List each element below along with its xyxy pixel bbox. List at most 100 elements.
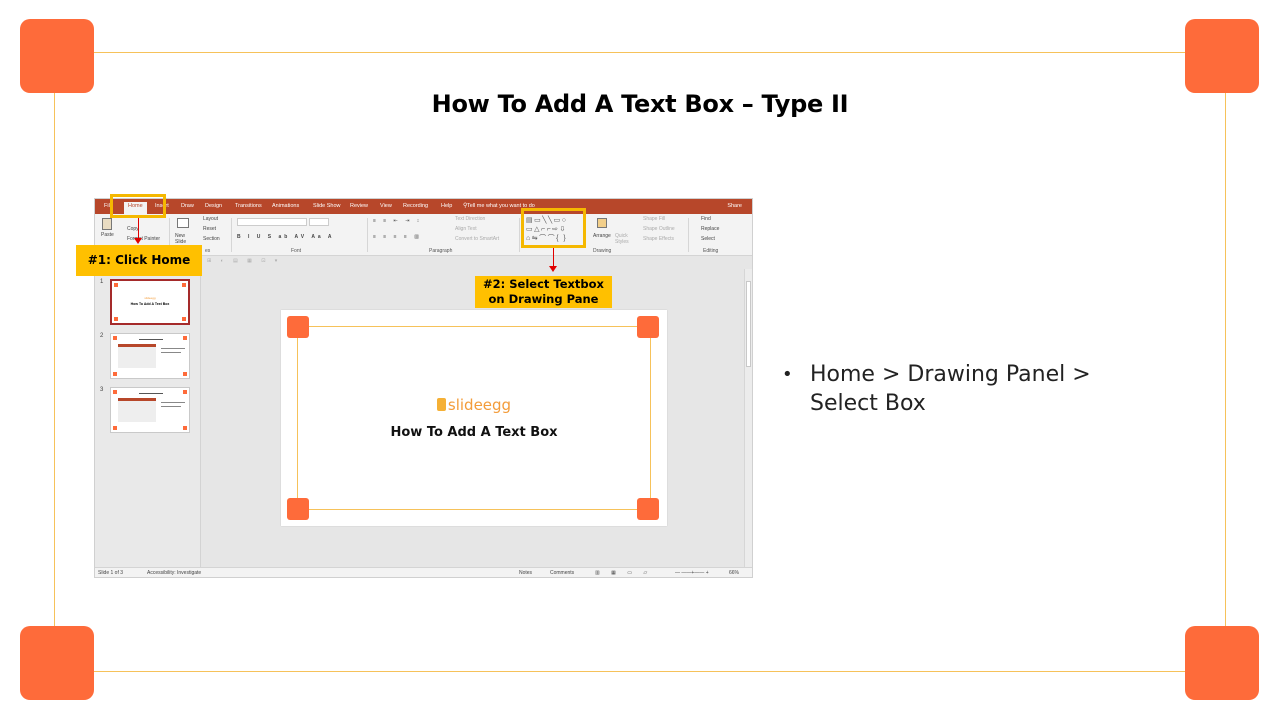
drawing-shapes-highlight — [521, 208, 586, 248]
thumb-text-line — [161, 406, 181, 407]
slide-thumbnail-1[interactable]: slideegg How To Add A Text Box — [110, 279, 190, 325]
thumb-title: How To Add A Text Box — [130, 302, 170, 306]
tab-view[interactable]: View — [380, 203, 392, 209]
comments-button[interactable]: Comments — [550, 570, 574, 576]
thumbnail-number: 1 — [100, 279, 104, 285]
slide-title: How To Add A Text Box – Type II — [431, 90, 849, 118]
frame-top-line — [94, 52, 1186, 53]
thumb-corner — [113, 426, 117, 430]
share-button[interactable]: Share — [727, 203, 742, 209]
shape-outline-button[interactable]: Shape Outline — [643, 226, 675, 232]
thumb-corner — [113, 336, 117, 340]
corner-bottom-right — [1185, 626, 1259, 700]
canvas-frame-top — [297, 326, 651, 327]
align-text-button[interactable]: Align Text — [455, 226, 477, 232]
tab-review[interactable]: Review — [350, 203, 368, 209]
paste-icon[interactable] — [102, 218, 112, 230]
scrollbar-thumb[interactable] — [746, 281, 751, 367]
callout-arrow-2-head — [549, 266, 557, 272]
thumb-corner — [183, 372, 187, 376]
quick-styles-button[interactable]: Quick Styles — [615, 233, 633, 245]
thumb-logo: slideegg — [144, 296, 156, 300]
tab-recording[interactable]: Recording — [403, 203, 428, 209]
bullet-text: Home > Drawing Panel > Select Box — [810, 362, 1091, 416]
tab-animations[interactable]: Animations — [272, 203, 299, 209]
copy-button[interactable]: Copy — [127, 226, 139, 232]
convert-smartart-button[interactable]: Convert to SmartArt — [455, 236, 499, 242]
drawing-group-label: Drawing — [593, 248, 612, 254]
shape-effects-button[interactable]: Shape Effects — [643, 236, 674, 242]
thumb-title-line — [139, 339, 163, 340]
select-button[interactable]: Select — [701, 236, 715, 242]
slide-counter: Slide 1 of 3 — [98, 570, 124, 576]
new-slide-icon[interactable] — [177, 218, 189, 228]
bullets-buttons[interactable]: ≡ ≡ ⇤ ⇥ ↕ — [373, 218, 422, 224]
canvas-slide-title: How To Add A Text Box — [390, 425, 558, 440]
thumbnail-number: 3 — [100, 387, 104, 393]
thumb-corner — [183, 426, 187, 430]
font-format-buttons[interactable]: B I U S ab AV Aa A — [237, 234, 335, 240]
thumb-corner — [182, 317, 186, 321]
replace-button[interactable]: Replace — [701, 226, 719, 232]
quick-access-icons[interactable]: ⊞ ◐ ▤ ▦ ⊡ ▾ — [207, 258, 281, 264]
status-bar: Slide 1 of 3 Accessibility: Investigate … — [95, 567, 752, 577]
egg-logo-icon — [436, 398, 446, 411]
arrange-icon[interactable] — [597, 218, 607, 228]
shape-fill-button[interactable]: Shape Fill — [643, 216, 665, 222]
slide-thumbnail-pane: 1 slideegg How To Add A Text Box 2 3 — [95, 269, 201, 567]
canvas-corner — [637, 316, 659, 338]
canvas-corner — [637, 498, 659, 520]
corner-top-left — [20, 19, 94, 93]
tab-help[interactable]: Help — [441, 203, 452, 209]
thumb-corner — [183, 336, 187, 340]
reset-button[interactable]: Reset — [203, 226, 216, 232]
canvas-corner — [287, 498, 309, 520]
paragraph-group-label: Paragraph — [429, 248, 453, 254]
thumb-text-line — [161, 352, 181, 353]
notes-button[interactable]: Notes — [519, 570, 532, 576]
editing-group-label: Editing — [703, 248, 719, 254]
zoom-level[interactable]: 66% — [729, 570, 739, 576]
find-button[interactable]: Find — [701, 216, 711, 222]
canvas-frame-right — [650, 326, 651, 510]
tab-slide-show[interactable]: Slide Show — [313, 203, 341, 209]
vertical-scrollbar[interactable] — [744, 269, 752, 567]
thumb-text-line — [161, 348, 185, 349]
new-slide-button[interactable]: New Slide — [175, 233, 191, 245]
callout-select-textbox: #2: Select Textbox on Drawing Pane — [475, 276, 612, 308]
ribbon-tab-bar: File Home Insert Draw Design Transitions… — [95, 199, 752, 214]
ribbon-separator — [231, 218, 232, 252]
paste-button[interactable]: Paste — [101, 232, 114, 238]
view-buttons[interactable]: ▥ ▦ ▭ ▱ — [595, 570, 652, 576]
callout-click-home: #1: Click Home — [76, 245, 202, 276]
thumb-corner — [113, 390, 117, 394]
tab-draw[interactable]: Draw — [181, 203, 194, 209]
thumb-corner — [114, 283, 118, 287]
format-painter-button[interactable]: Format Painter — [127, 236, 160, 242]
slide-canvas[interactable]: slideegg How To Add A Text Box — [281, 310, 667, 526]
font-name-box[interactable] — [237, 218, 307, 226]
ribbon-separator — [367, 218, 368, 252]
text-direction-button[interactable]: Text Direction — [455, 216, 485, 222]
bullet-item: • Home > Drawing Panel > Select Box — [780, 360, 1160, 418]
accessibility-status[interactable]: Accessibility: Investigate — [147, 570, 201, 576]
thumbnail-number: 2 — [100, 333, 104, 339]
ribbon-separator — [688, 218, 689, 252]
thumb-corner — [183, 390, 187, 394]
corner-top-right — [1185, 19, 1259, 93]
bullet-dot: • — [782, 364, 793, 385]
tab-transitions[interactable]: Transitions — [235, 203, 262, 209]
layout-button[interactable]: Layout — [203, 216, 218, 222]
align-buttons[interactable]: ≡ ≡ ≡ ≡ ▥ — [373, 234, 422, 240]
section-button[interactable]: Section — [203, 236, 220, 242]
frame-left-line — [54, 93, 55, 626]
slide-thumbnail-3[interactable] — [110, 387, 190, 433]
slide-thumbnail-2[interactable] — [110, 333, 190, 379]
zoom-slider[interactable]: — ——+—— + — [675, 570, 709, 576]
arrange-button[interactable]: Arrange — [593, 233, 611, 239]
slideegg-logo: slideegg — [281, 396, 667, 414]
font-size-box[interactable] — [309, 218, 329, 226]
ribbon-separator — [519, 218, 520, 252]
home-tab-highlight — [110, 194, 166, 218]
tab-design[interactable]: Design — [205, 203, 222, 209]
